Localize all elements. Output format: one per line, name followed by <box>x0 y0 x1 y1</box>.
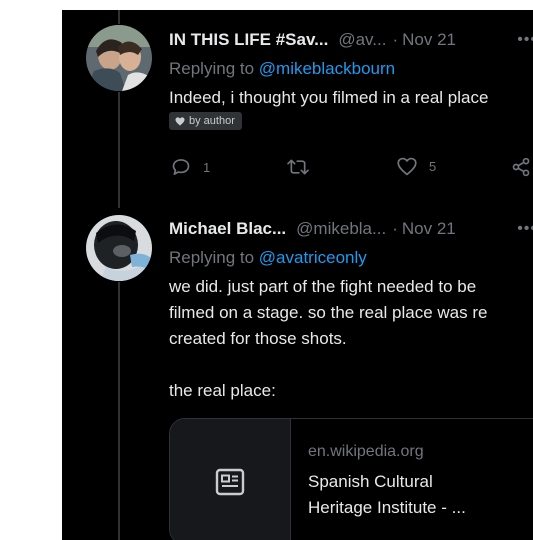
mention-link[interactable]: @avatriceonly <box>259 248 367 267</box>
like-count: 5 <box>429 159 437 174</box>
tweet-header: IN THIS LIFE #Sav... @av... · Nov 21 ••• <box>169 28 533 52</box>
avatar[interactable] <box>86 215 152 281</box>
like-button[interactable]: 5 <box>397 157 436 176</box>
more-horizontal-icon[interactable]: ••• <box>517 31 533 49</box>
card-title: Spanish Cultural Heritage Institute - ..… <box>308 472 466 517</box>
badge-label: by author <box>189 115 235 127</box>
tweet-date[interactable]: Nov 21 <box>402 30 456 50</box>
avatar[interactable] <box>86 25 152 91</box>
author-badge: by author <box>169 112 242 130</box>
mention-link[interactable]: @mikeblackbourn <box>259 59 395 78</box>
card-thumbnail <box>170 419 291 540</box>
thread-line <box>118 282 120 540</box>
reply-button[interactable]: 1 <box>171 157 210 177</box>
tweet-text: Indeed, i thought you filmed in a real p… <box>169 88 489 107</box>
conversation-thread: IN THIS LIFE #Sav... @av... · Nov 21 •••… <box>62 10 533 540</box>
card-domain: en.wikipedia.org <box>308 443 424 460</box>
reply-count: 1 <box>203 159 211 175</box>
tweet-date[interactable]: Nov 21 <box>402 219 456 239</box>
tweet-text: we did. just part of the fight needed to… <box>169 277 488 400</box>
separator-dot: · <box>392 30 399 49</box>
thread-line <box>118 10 120 24</box>
retweet-button[interactable] <box>287 157 321 177</box>
link-preview-card[interactable]: en.wikipedia.org Spanish Cultural Herita… <box>169 418 533 540</box>
tweet-header: Michael Blac... @mikebla... · Nov 21 ••• <box>169 217 533 241</box>
retweet-icon <box>287 159 309 175</box>
replying-to: Replying to @avatriceonly <box>169 248 367 268</box>
share-icon <box>512 157 530 177</box>
thread-line <box>118 92 120 208</box>
tweet-actions: 1 5 <box>169 157 533 181</box>
display-name[interactable]: IN THIS LIFE #Sav... <box>169 30 328 50</box>
more-horizontal-icon[interactable]: ••• <box>517 220 533 238</box>
replying-to-label: Replying to <box>169 248 259 267</box>
article-icon <box>215 468 245 495</box>
user-handle[interactable]: @av... <box>338 30 386 50</box>
share-button[interactable] <box>511 157 531 177</box>
heart-icon <box>175 116 185 126</box>
replying-to: Replying to @mikeblackbourn <box>169 59 395 79</box>
heart-icon <box>397 157 417 176</box>
display-name[interactable]: Michael Blac... <box>169 219 286 239</box>
reply-icon <box>172 159 190 175</box>
separator-dot: · <box>392 219 398 238</box>
replying-to-label: Replying to <box>169 59 259 78</box>
user-handle[interactable]: @mikebla... <box>296 219 386 239</box>
